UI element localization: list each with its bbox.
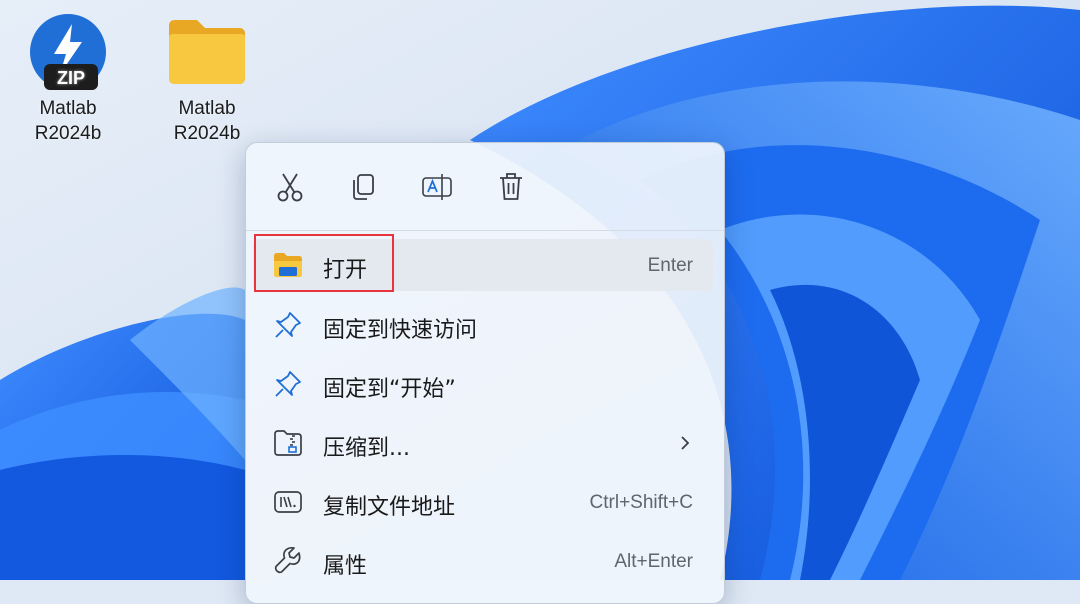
desktop-icon-matlab-folder[interactable]: Matlab R2024b xyxy=(152,12,262,146)
menu-item-label: 压缩到... xyxy=(323,436,410,461)
folder-icon xyxy=(169,20,245,84)
menu-item-properties[interactable]: 属性 Alt+Enter xyxy=(253,535,713,580)
menu-item-shortcut: Ctrl+Shift+C xyxy=(589,492,693,513)
menu-item-pin-quick-access[interactable]: 固定到快速访问 xyxy=(253,299,713,351)
menu-item-label: 固定到“开始” xyxy=(323,377,456,402)
menu-item-shortcut: Alt+Enter xyxy=(614,551,693,572)
highlight-annotation-box xyxy=(254,234,394,292)
context-menu-items: 打开 Enter 固定到快速访问 固定到“开始” 压缩到... 复制文件地址 C… xyxy=(245,142,723,580)
menu-item-label: 属性 xyxy=(323,554,368,579)
zip-badge-text: ZIP xyxy=(57,68,85,88)
desktop-icon-label-line2: R2024b xyxy=(34,123,102,144)
zip-folder-icon xyxy=(273,428,303,458)
copy-path-icon xyxy=(273,487,303,517)
menu-item-label: 复制文件地址 xyxy=(323,495,456,520)
menu-item-compress-to[interactable]: 压缩到... xyxy=(253,417,713,469)
pin-icon xyxy=(273,369,303,399)
wrench-icon xyxy=(273,546,303,576)
desktop-icon-label-line1: Matlab xyxy=(39,98,97,119)
chevron-right-icon xyxy=(681,436,690,450)
pin-icon xyxy=(273,310,303,340)
menu-item-pin-start[interactable]: 固定到“开始” xyxy=(253,358,713,410)
menu-item-shortcut: Enter xyxy=(647,255,693,276)
menu-item-copy-path[interactable]: 复制文件地址 Ctrl+Shift+C xyxy=(253,476,713,528)
desktop-icon-label-line1: Matlab xyxy=(178,98,236,119)
desktop-icon-matlab-zip[interactable]: ZIP Matlab R2024b xyxy=(13,12,123,146)
zip-archive-icon: ZIP xyxy=(30,14,106,90)
menu-item-label: 固定到快速访问 xyxy=(323,318,478,343)
